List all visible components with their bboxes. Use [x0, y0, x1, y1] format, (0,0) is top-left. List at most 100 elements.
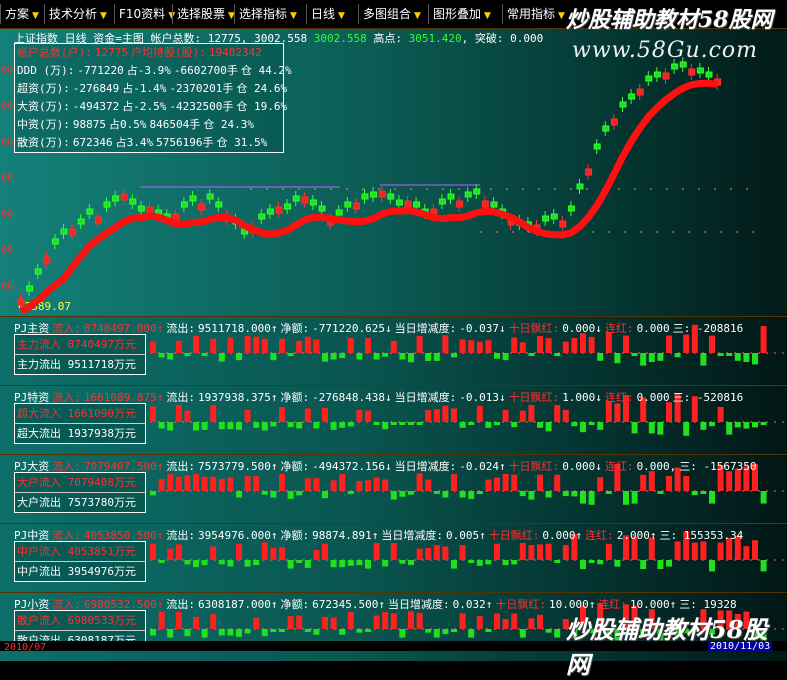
candle-body [542, 215, 550, 222]
inflow-bar [193, 474, 199, 491]
outflow-bar [468, 422, 475, 425]
inflow-bar [476, 341, 483, 353]
outflow-bar [408, 353, 414, 363]
toolbar-button-3[interactable]: 选择股票 ▼ [172, 4, 239, 24]
inflow-bar [459, 339, 466, 353]
outflow-bar [201, 560, 208, 566]
inflow-bar [365, 338, 371, 353]
inflow-bar [244, 336, 251, 353]
outflow-bar [580, 422, 586, 433]
outflow-bar [347, 422, 354, 427]
inflow-bar [150, 341, 156, 353]
legend-outflow: 超大流出 1937938万元 [17, 427, 136, 440]
outflow-bar [588, 422, 595, 425]
legend-outflow: 主力流出 9511718万元 [17, 358, 136, 371]
indicator-out-value: 9511718.000↑ [197, 322, 278, 335]
inflow-bar [210, 476, 217, 491]
inflow-bar [390, 543, 397, 560]
toolbar-button-1[interactable]: 技术分析 ▼ [44, 4, 111, 24]
candlestick-chart[interactable]: 0000000000000000 [0, 29, 787, 317]
indicator-out-value: 3954976.000↑ [197, 529, 278, 542]
indicator-out-label: 流出: [166, 391, 195, 404]
inflow-bar [382, 479, 389, 491]
inflow-bar [416, 548, 423, 560]
candle-body [198, 203, 206, 211]
toolbar-button-label: 常用指标 [507, 7, 556, 21]
dropdown-arrow-icon: ▼ [290, 11, 297, 21]
toolbar-button-2[interactable]: F10资料 ▼ [114, 4, 179, 24]
outflow-bar [631, 491, 638, 504]
candle-body [464, 191, 472, 198]
toolbar-button-4[interactable]: 选择指标 ▼ [234, 4, 301, 24]
inflow-bar [476, 616, 483, 629]
sub-panel-mid-fund[interactable]: PJ中资 流入: 4053850.500↑ 流出: 3954976.000↑ 净额: 988… [0, 523, 787, 592]
inflow-bar [537, 474, 543, 491]
outflow-bar [399, 491, 406, 497]
inflow-bar [433, 409, 440, 422]
inflow-bar [519, 342, 526, 353]
sub-panel-big-fund[interactable]: PJ大资 流入: 7079407.500↑ 流出: 7573779.500↑ 净额: -49… [0, 454, 787, 523]
candle-body [628, 93, 636, 100]
legend-inflow: 大户流入 7079408万元 [15, 473, 145, 493]
toolbar-button-6[interactable]: 多图组合 ▼ [358, 4, 425, 24]
outflow-bar [399, 629, 406, 638]
outflow-bar [184, 353, 191, 356]
outflow-bar [451, 560, 457, 569]
toolbar-button-7[interactable]: 图形叠加 ▼ [428, 4, 495, 24]
outflow-bar [528, 491, 535, 500]
outflow-bar [752, 422, 758, 428]
outflow-bar [399, 422, 406, 425]
toolbar-button-8[interactable]: 常用指标 ▼ [502, 4, 569, 24]
inflow-bar [709, 335, 715, 353]
candle-body [438, 198, 446, 205]
outflow-bar [554, 629, 561, 638]
sub-panel-super-fund[interactable]: PJ特资 流入: 1661089.875↑ 流出: 1937938.375↑ 净额: -27… [0, 385, 787, 454]
inflow-bar [408, 611, 414, 629]
inflow-bar [287, 616, 294, 629]
candle-body [309, 199, 317, 206]
outflow-bar [588, 491, 595, 505]
candle-body [344, 201, 352, 208]
outflow-bar [519, 491, 526, 497]
sub-panel-main-fund[interactable]: PJ主资 流入: 8740497.000↑ 流出: 9511718.000↑ 净额: -77… [0, 316, 787, 385]
toolbar-button-5[interactable]: 日线 ▼ [306, 4, 349, 24]
indicator-chg-label: 当日增减度: [387, 598, 450, 611]
inflow-bar [253, 476, 260, 491]
candle-body [94, 216, 102, 224]
inflow-bar [175, 405, 182, 422]
indicator-cons-value: 0.000, [636, 460, 677, 473]
candle-body [662, 72, 670, 80]
inflow-bar [322, 407, 328, 422]
candle-body [77, 218, 85, 225]
inflow-bar [236, 543, 242, 560]
toolbar-button-label: 选择股票 [177, 7, 226, 21]
inflow-bar [330, 617, 337, 629]
inflow-bar [442, 546, 449, 560]
inflow-bar [175, 612, 182, 629]
outflow-bar [476, 491, 483, 494]
outflow-bar [700, 422, 707, 430]
main-chart-panel[interactable]: 上证指数 日线 资金=主图 帐户总数: 12775, 3002.558 3002… [0, 28, 787, 316]
inflow-bar [253, 617, 260, 629]
outflow-bar [597, 422, 604, 430]
dropdown-arrow-icon: ▼ [32, 11, 39, 21]
inflow-bar [554, 474, 561, 491]
inflow-bar [365, 410, 371, 422]
candle-body [292, 195, 300, 202]
outflow-bar [365, 560, 371, 569]
indicator-tail: 三: -208816 [672, 322, 744, 335]
inflow-bar [666, 335, 672, 353]
outflow-bar [468, 560, 475, 563]
outflow-bar [494, 353, 500, 359]
outflow-bar [347, 560, 354, 566]
outflow-bar [425, 353, 432, 361]
indicator-ten-label: 十日飘红: [508, 391, 560, 404]
outflow-bar [683, 422, 690, 436]
outflow-bar [511, 560, 518, 565]
inflow-bar [253, 336, 260, 353]
outflow-bar [468, 629, 475, 638]
inflow-bar [717, 407, 724, 422]
outflow-bar [184, 629, 191, 637]
inflow-bar [528, 545, 535, 560]
toolbar-button-0[interactable]: 方案 ▼ [0, 4, 43, 24]
